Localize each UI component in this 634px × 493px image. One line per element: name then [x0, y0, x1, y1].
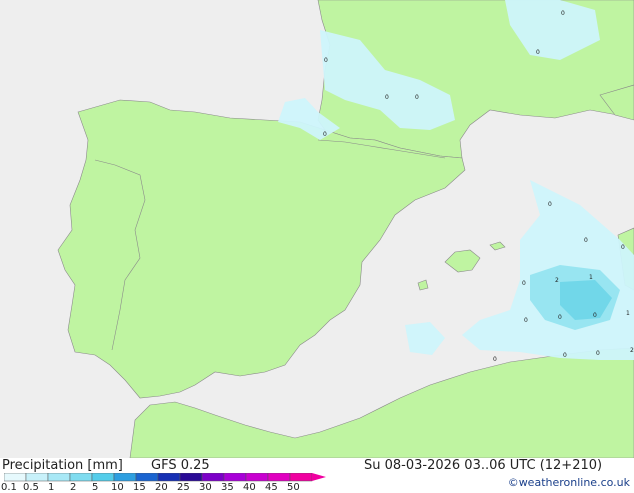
legend-arrow [312, 473, 326, 481]
precip-value: 0 [415, 94, 419, 101]
map-title: Precipitation [mm] [2, 458, 123, 473]
precip-value: 0 [536, 49, 540, 56]
precip-value: 1 [589, 274, 593, 281]
legend-tick: 20 [155, 482, 168, 493]
precip-value: 0 [563, 352, 567, 359]
legend-tick: 35 [221, 482, 234, 493]
precip-value: 0 [621, 244, 625, 251]
legend-tick: 30 [199, 482, 212, 493]
precip-value: 0 [593, 312, 597, 319]
legend-swatch [135, 473, 159, 482]
precip-value: 0 [493, 356, 497, 363]
legend-swatch [4, 473, 27, 482]
legend-swatch [47, 473, 71, 482]
legend-swatch [69, 473, 93, 482]
legend-tick: 25 [177, 482, 190, 493]
precip-value: 0 [324, 57, 328, 64]
legend-swatch [223, 473, 247, 482]
precip-value: 0 [385, 94, 389, 101]
legend-swatch [25, 473, 49, 482]
legend-tick: 1 [48, 482, 55, 493]
legend-swatch [267, 473, 291, 482]
legend-swatch [157, 473, 181, 482]
legend-swatch [289, 473, 313, 482]
legend-tick: 50 [287, 482, 300, 493]
legend-swatch [91, 473, 115, 482]
precipitation-map: 0 0 0 0 0 0 0 0 0 0 2 1 0 0 0 1 0 0 2 0 [0, 0, 634, 458]
legend-swatch [113, 473, 137, 482]
legend-tick: 45 [265, 482, 278, 493]
precip-value: 2 [630, 347, 634, 354]
precip-value: 2 [555, 277, 559, 284]
precip-value: 0 [522, 280, 526, 287]
precip-value: 0 [524, 317, 528, 324]
precip-value: 0 [548, 201, 552, 208]
precip-value: 0 [561, 10, 565, 17]
legend-tick: 10 [111, 482, 124, 493]
model-name: GFS 0.25 [151, 458, 210, 473]
precip-value: 1 [626, 310, 630, 317]
precip-value: 0 [558, 314, 562, 321]
credit-link[interactable]: ©weatheronline.co.uk [508, 476, 630, 489]
valid-time: Su 08-03-2026 03..06 UTC (12+210) [364, 458, 603, 473]
legend-tick: 2 [70, 482, 77, 493]
legend-tick: 0.5 [23, 482, 39, 493]
legend-tick: 15 [133, 482, 146, 493]
precip-value: 0 [323, 131, 327, 138]
legend-tick: 0.1 [1, 482, 17, 493]
precip-value: 0 [584, 237, 588, 244]
legend-tick: 40 [243, 482, 256, 493]
legend-swatch [179, 473, 203, 482]
precip-value: 0 [596, 350, 600, 357]
legend-tick: 5 [92, 482, 99, 493]
legend-swatch [201, 473, 225, 482]
legend-swatch [245, 473, 269, 482]
